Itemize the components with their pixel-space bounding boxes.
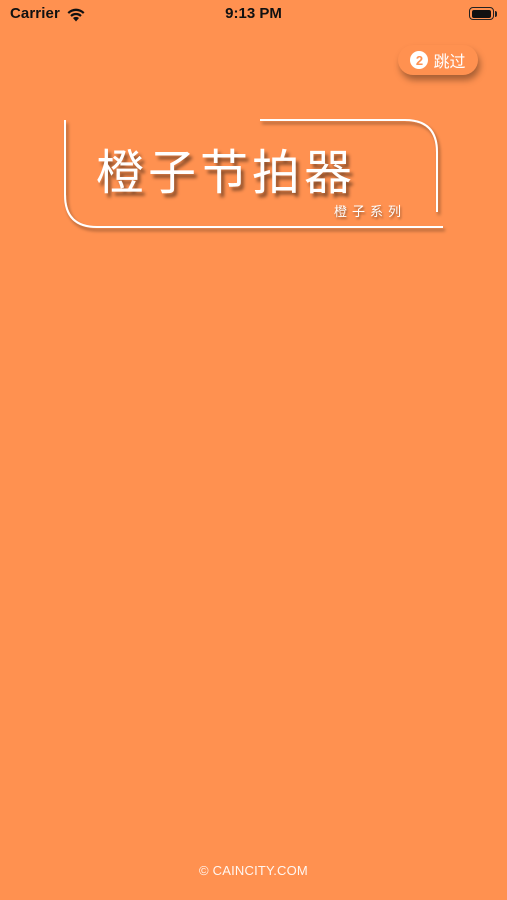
status-time: 9:13 PM [225,5,282,22]
battery-icon [469,7,497,21]
skip-label: 跳过 [433,54,466,71]
skip-button[interactable]: 2 跳过 [398,45,478,75]
app-subtitle: 橙子系列 [334,205,407,220]
app-title: 橙子节拍器 [96,145,357,201]
copyright-footer: © CAINCITY.COM [199,863,308,878]
status-bar: Carrier 9:13 PM [0,0,507,28]
countdown-badge: 2 [410,51,429,69]
